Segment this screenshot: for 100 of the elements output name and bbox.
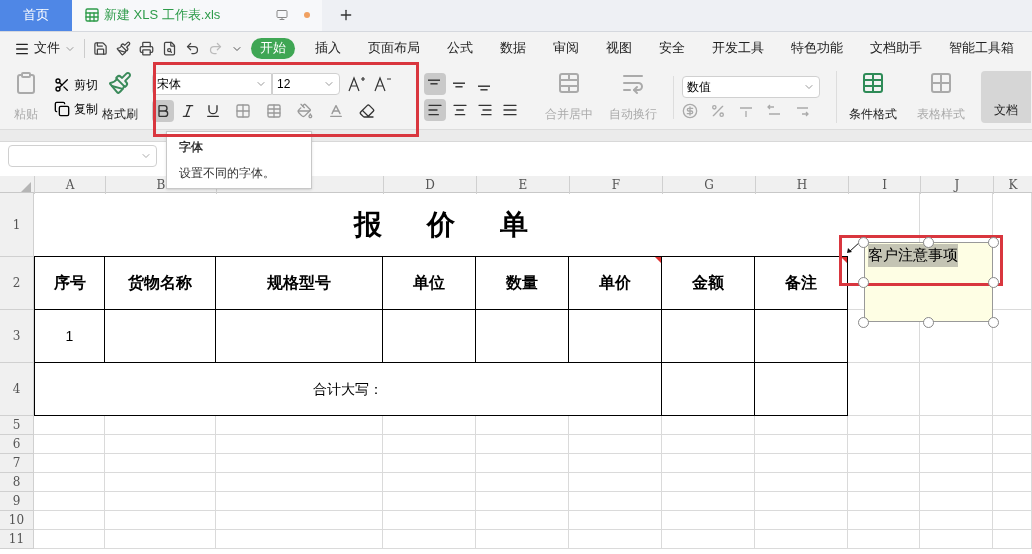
new-tab-icon[interactable] [338,7,354,23]
conditional-format-button[interactable]: 条件格式 [845,71,901,123]
empty-cell[interactable] [569,310,662,363]
empty-cell[interactable] [755,310,848,363]
row-number[interactable]: 11 [0,530,34,549]
bold-button[interactable] [152,99,174,122]
ribbon-tab[interactable]: 页面布局 [361,39,427,58]
column-header[interactable]: D [383,176,476,194]
column-header[interactable]: E [476,176,569,194]
empty-cell[interactable] [383,310,476,363]
header-cell[interactable]: 单价 [569,257,662,310]
ribbon-tab[interactable]: 数据 [493,39,533,58]
vertical-align-button[interactable] [424,73,446,95]
empty-cell[interactable] [662,363,755,416]
resize-handle[interactable] [858,237,869,248]
align-right-icon [477,102,493,118]
cut-button[interactable]: 剪切 [54,76,98,94]
table-cell[interactable]: 1 [34,310,105,363]
column-header[interactable]: H [755,176,848,194]
resize-handle[interactable] [988,277,999,288]
decrease-font-icon[interactable] [374,75,392,92]
header-cell[interactable]: 序号 [34,257,105,310]
header-cell[interactable]: 备注 [755,257,848,310]
empty-cell[interactable] [476,310,569,363]
empty-cell[interactable] [755,363,848,416]
ribbon-tab[interactable]: 特色功能 [784,39,850,58]
header-cell[interactable]: 单位 [383,257,476,310]
ribbon-tab[interactable]: 公式 [440,39,480,58]
print-icon[interactable] [139,41,154,56]
ribbon-tab[interactable]: 安全 [652,39,692,58]
number-format-dropdown[interactable]: 数值 [682,75,820,98]
borders-icon[interactable] [235,102,251,119]
align-middle-icon [453,82,465,88]
ribbon-tab[interactable]: 插入 [308,39,348,58]
align-top-icon [428,79,440,85]
document-button[interactable]: 文档 [981,71,1031,123]
bold-icon [155,102,171,119]
row-number[interactable]: 5 [0,416,34,435]
cell-style-icon[interactable] [266,102,282,119]
home-tab[interactable]: 首页 [0,0,72,31]
row-number[interactable]: 4 [0,363,34,416]
spreadsheet-icon [84,7,100,23]
row-number[interactable]: 7 [0,454,34,473]
font-size-dropdown[interactable]: 12 [272,72,340,95]
empty-cell[interactable] [105,310,216,363]
resize-handle[interactable] [988,237,999,248]
currency-icon[interactable] [682,102,698,119]
font-name-dropdown[interactable]: 宋体 [152,72,272,95]
ribbon-tab[interactable]: 开发工具 [705,39,771,58]
header-cell[interactable]: 规格型号 [216,257,383,310]
resize-handle[interactable] [923,237,934,248]
row-number[interactable]: 3 [0,310,34,363]
percent-icon[interactable] [710,102,726,119]
column-header[interactable]: A [34,176,105,194]
column-header[interactable]: K [993,176,1032,194]
redo-icon[interactable] [208,41,223,56]
format-painter-button[interactable]: 格式刷 [98,71,142,123]
row-number[interactable]: 2 [0,257,34,310]
merge-cells-icon [557,71,581,95]
comment-marker [655,257,661,263]
italic-icon [180,102,196,119]
print-preview-icon[interactable] [162,41,177,56]
empty-cell[interactable] [662,310,755,363]
font-color-icon[interactable] [328,102,344,119]
name-box[interactable] [8,145,157,167]
row-number[interactable]: 8 [0,473,34,492]
resize-handle[interactable] [858,277,869,288]
horizontal-align-button[interactable] [424,99,446,121]
row-number[interactable]: 1 [0,193,34,257]
ribbon-tab[interactable]: 文档助手 [863,39,929,58]
row-number[interactable]: 9 [0,492,34,511]
ribbon-tab[interactable]: 视图 [599,39,639,58]
column-header[interactable]: G [662,176,755,194]
column-header[interactable]: F [569,176,662,194]
save-icon[interactable] [93,41,108,56]
ribbon-tab[interactable]: 智能工具箱 [942,39,1021,58]
copy-button[interactable]: 复制 [54,100,98,118]
total-cell[interactable]: 合计大写： [34,363,662,416]
resize-handle[interactable] [858,317,869,328]
file-menu[interactable]: 文件 [14,39,85,58]
monitor-icon[interactable] [276,9,288,21]
copy-icon [54,101,70,117]
clear-icon[interactable] [359,102,375,119]
brush-icon[interactable] [116,41,131,56]
resize-handle[interactable] [923,317,934,328]
ribbon-tab[interactable]: 审阅 [546,39,586,58]
column-header[interactable]: J [920,176,993,194]
header-cell[interactable]: 金额 [662,257,755,310]
undo-icon[interactable] [185,41,200,56]
row-number[interactable]: 6 [0,435,34,454]
row-number[interactable]: 10 [0,511,34,530]
column-header[interactable]: I [848,176,920,194]
underline-icon [205,102,221,119]
resize-handle[interactable] [988,317,999,328]
empty-cell[interactable] [216,310,383,363]
fill-color-icon[interactable] [297,102,313,119]
header-cell[interactable]: 数量 [476,257,569,310]
increase-font-icon[interactable] [348,75,366,92]
header-cell[interactable]: 货物名称 [105,257,216,310]
comment-tooltip[interactable]: 客户注意事项 [864,242,993,322]
